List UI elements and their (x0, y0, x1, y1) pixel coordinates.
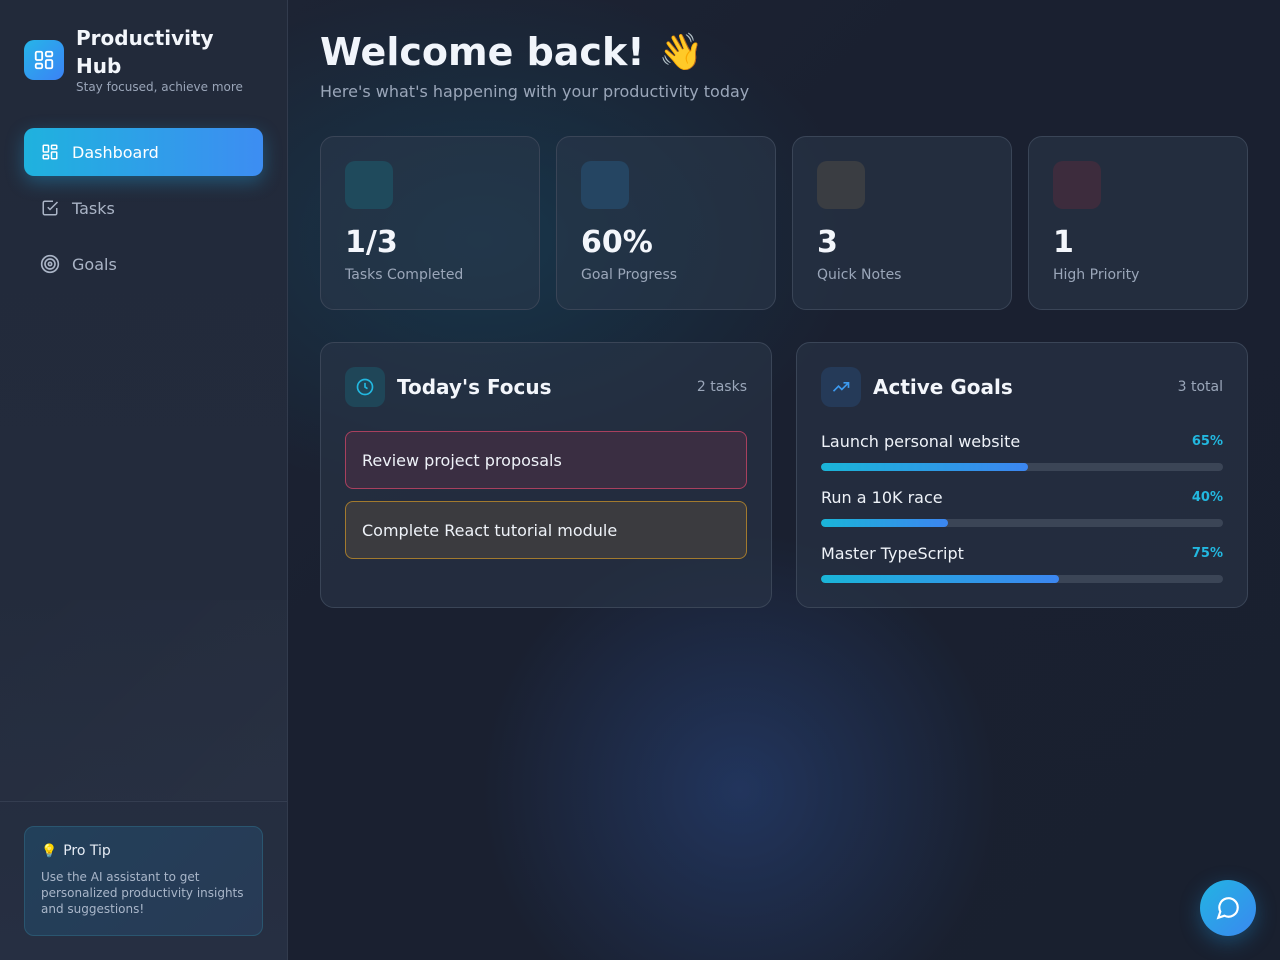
task-label: Complete React tutorial module (362, 520, 618, 540)
stat-value: 1/3 (345, 225, 398, 260)
checkbox-icon (40, 198, 60, 218)
goal-percent: 40% (1191, 489, 1223, 505)
stat-label: Quick Notes (817, 267, 902, 283)
sidebar-item-label: Dashboard (72, 142, 159, 162)
focus-task[interactable]: Complete React tutorial module (345, 501, 747, 559)
dashboard-grid-icon (40, 142, 60, 162)
sidebar-item-label: Tasks (72, 198, 115, 218)
page-title: Welcome back! 👋 (320, 30, 703, 74)
progress-track (821, 463, 1223, 471)
sidebar-divider (0, 801, 287, 802)
goal-row: Launch personal website 65% (821, 431, 1223, 451)
sidebar-item-label: Goals (72, 254, 117, 274)
brand-subtitle: Stay focused, achieve more (76, 80, 243, 94)
goal-item[interactable]: Run a 10K race 40% (821, 487, 1223, 527)
goal-row: Master TypeScript 75% (821, 543, 1223, 563)
active-goals-panel: Active Goals 3 total Launch personal web… (796, 342, 1248, 608)
stat-icon (1053, 161, 1101, 209)
stats-row: 1/3 Tasks Completed 60% Goal Progress 3 … (320, 136, 1248, 310)
sidebar-item-goals[interactable]: Goals (24, 240, 263, 288)
progress-track (821, 519, 1223, 527)
goal-percent: 75% (1191, 545, 1223, 561)
todays-focus-panel: Today's Focus 2 tasks Review project pro… (320, 342, 772, 608)
sidebar-item-tasks[interactable]: Tasks (24, 184, 263, 232)
progress-fill (821, 575, 1059, 583)
task-label: Review project proposals (362, 450, 562, 470)
stat-card-goal-progress: 60% Goal Progress (556, 136, 776, 310)
stat-card-tasks-completed: 1/3 Tasks Completed (320, 136, 540, 310)
goal-name: Launch personal website (821, 431, 1021, 451)
panel-title: Today's Focus (397, 375, 552, 399)
welcome-text: Welcome back! (320, 30, 645, 74)
goal-percent: 65% (1191, 433, 1223, 449)
pro-tip-title: Pro Tip (63, 843, 111, 859)
stat-card-quick-notes: 3 Quick Notes (792, 136, 1012, 310)
trending-up-icon (821, 367, 861, 407)
goal-row: Run a 10K race 40% (821, 487, 1223, 507)
focus-task[interactable]: Review project proposals (345, 431, 747, 489)
stat-card-high-priority: 1 High Priority (1028, 136, 1248, 310)
page-subtitle: Here's what's happening with your produc… (320, 82, 750, 101)
ai-chat-button[interactable] (1200, 880, 1256, 936)
panel-header: Active Goals 3 total (821, 367, 1223, 407)
task-count: 2 tasks (696, 379, 747, 395)
stat-icon (581, 161, 629, 209)
stat-icon (345, 161, 393, 209)
sidebar-nav: Dashboard Tasks Goals (24, 128, 263, 296)
progress-fill (821, 463, 1029, 471)
goal-count: 3 total (1177, 379, 1223, 395)
stat-icon (817, 161, 865, 209)
stat-value: 60% (581, 225, 653, 260)
pro-tip-card: 💡 Pro Tip Use the AI assistant to get pe… (24, 826, 263, 936)
pro-tip-text: Use the AI assistant to get personalized… (41, 870, 244, 916)
sidebar-decoration (0, 600, 287, 800)
chat-bubble-icon (1216, 897, 1239, 920)
sidebar-item-dashboard[interactable]: Dashboard (24, 128, 263, 176)
panel-header: Today's Focus 2 tasks (345, 367, 747, 407)
dashboard-grid-icon (24, 40, 64, 80)
brand-title: Productivity Hub (76, 26, 214, 78)
stat-label: Tasks Completed (345, 267, 464, 283)
sidebar: Productivity Hub Stay focused, achieve m… (0, 0, 288, 960)
pro-tip-header: 💡 Pro Tip (41, 843, 246, 859)
waving-hand-icon: 👋 (658, 32, 704, 73)
clock-icon (345, 367, 385, 407)
stat-label: High Priority (1053, 267, 1140, 283)
target-icon (40, 254, 60, 274)
progress-track (821, 575, 1223, 583)
lightbulb-icon: 💡 (41, 843, 58, 859)
goal-name: Master TypeScript (821, 543, 964, 563)
stat-value: 3 (817, 225, 838, 260)
goal-name: Run a 10K race (821, 487, 943, 507)
goal-item[interactable]: Launch personal website 65% (821, 431, 1223, 471)
progress-fill (821, 519, 949, 527)
stat-value: 1 (1053, 225, 1074, 260)
goal-item[interactable]: Master TypeScript 75% (821, 543, 1223, 583)
panel-title: Active Goals (873, 375, 1013, 399)
stat-label: Goal Progress (581, 267, 678, 283)
